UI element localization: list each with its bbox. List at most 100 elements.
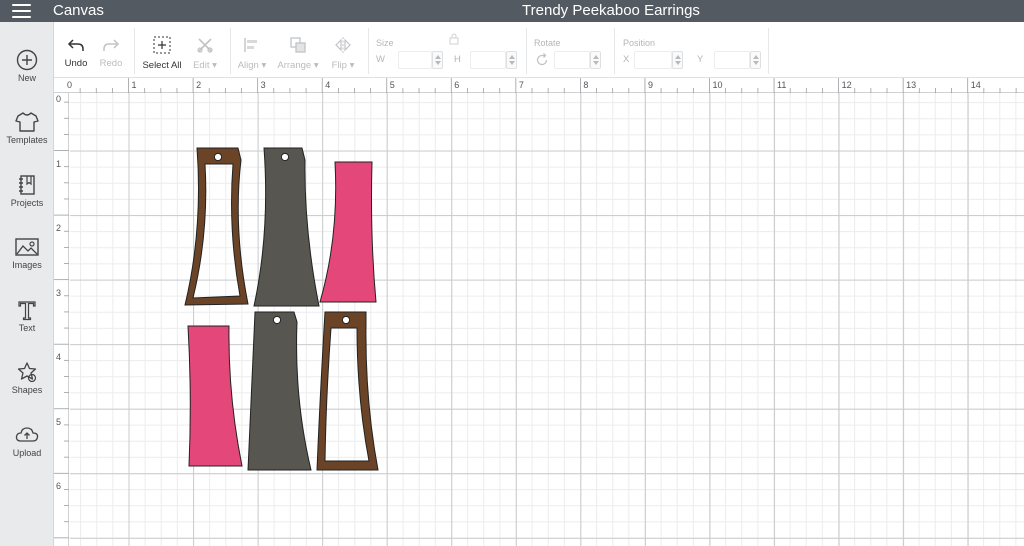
y-label: Y [697,54,704,65]
design-canvas[interactable] [70,93,1024,546]
notebook-icon [19,175,35,195]
select-all-icon [153,36,171,54]
top-ruler-label: 5 [389,80,395,90]
rotate-stepper[interactable] [590,51,601,69]
lock-icon[interactable] [449,33,459,45]
position-group-label: Position [623,38,656,48]
left-ruler-label: 6 [56,481,62,492]
image-icon [15,238,39,256]
left-ruler-label: 3 [56,287,62,298]
height-input[interactable] [470,51,506,69]
sidebar-item-upload[interactable]: Upload [0,421,54,483]
earring-pink-1[interactable] [319,161,377,303]
arrange-dropdown[interactable]: Arrange ▾ [274,22,322,78]
hamburger-menu-icon[interactable] [10,3,34,19]
shapes-icon [17,362,37,383]
arrange-label: Arrange ▾ [277,60,319,71]
rotate-input[interactable] [554,51,590,69]
left-ruler-label: 2 [56,223,62,234]
earring-hole [280,152,290,162]
position-y-stepper[interactable] [750,51,761,69]
top-ruler-label: 11 [777,80,787,90]
top-bar: Canvas Trendy Peekaboo Earrings [0,0,1024,22]
align-icon [244,38,257,52]
size-group-label: Size [376,38,394,48]
redo-button[interactable]: Redo [96,22,126,78]
earring-pink-2[interactable] [187,325,243,467]
edit-dropdown[interactable]: Edit ▾ [188,22,222,78]
earring-hole [272,315,282,325]
top-ruler-label: 0 [67,80,73,90]
earring-brown-frame-1[interactable] [184,147,249,306]
sidebar-item-label: Shapes [11,385,43,395]
edit-tools-icon [197,38,213,53]
position-x-stepper[interactable] [672,51,683,69]
redo-icon [103,39,120,51]
sidebar-item-images[interactable]: Images [0,233,54,295]
left-ruler-label: 4 [56,352,62,363]
undo-icon [67,39,84,51]
sidebar-item-label: Upload [12,448,42,458]
sidebar-item-label: Templates [6,135,48,145]
arrange-icon [290,37,306,53]
rotate-group-label: Rotate [534,38,561,48]
sidebar-item-new[interactable]: New [0,46,54,108]
width-label: W [376,54,385,65]
top-ruler-label: 1 [131,80,137,90]
position-y-input[interactable] [714,51,750,69]
left-ruler-label: 0 [56,94,62,104]
text-t-icon [18,301,36,321]
height-label: H [454,54,461,65]
sidebar-item-label: Text [18,323,36,333]
edit-toolbar: Undo Redo Select All Edit ▾ Align ▾ Arra… [54,22,1024,78]
top-ruler-label: 2 [196,80,202,90]
position-x-input[interactable] [634,51,672,69]
sidebar-item-shapes[interactable]: Shapes [0,358,54,420]
sidebar-item-projects[interactable]: Projects [0,171,54,233]
flip-icon [335,37,351,53]
top-ruler-label: 3 [260,80,266,90]
sidebar-item-label: Projects [10,198,44,208]
height-stepper[interactable] [506,51,517,69]
width-stepper[interactable] [432,51,443,69]
left-ruler-label: 5 [56,416,62,427]
tshirt-icon [15,112,39,132]
align-label: Align ▾ [237,60,267,71]
left-ruler-label: 1 [56,158,62,169]
top-ruler-label: 4 [325,80,331,90]
sidebar-item-text[interactable]: Text [0,296,54,358]
project-title[interactable]: Trendy Peekaboo Earrings [461,2,761,20]
x-label: X [623,54,630,65]
flip-label: Flip ▾ [331,60,355,71]
flip-dropdown[interactable]: Flip ▾ [328,22,358,78]
earring-hole [341,315,351,325]
left-sidebar: New Templates Projects Images Text Shape… [0,22,54,546]
undo-label: Undo [64,58,88,69]
earring-gray-1[interactable] [253,147,320,307]
top-ruler-label: 12 [841,80,852,90]
earring-gray-2[interactable] [247,311,312,471]
sidebar-item-templates[interactable]: Templates [0,108,54,170]
sidebar-item-label: New [17,73,36,83]
canvas-shapes [184,147,379,471]
plus-circle-icon [16,49,38,71]
earring-brown-frame-2[interactable] [316,311,379,471]
top-ruler-label: 10 [712,80,723,90]
rotate-icon[interactable] [535,53,549,67]
app-title: Canvas [53,2,104,19]
earring-hole [213,152,223,162]
top-ruler-label: 9 [647,80,653,90]
top-ruler-label: 6 [454,80,460,90]
width-input[interactable] [398,51,432,69]
sidebar-item-label: Images [12,260,42,270]
select-all-label: Select All [142,60,182,71]
top-ruler-label: 14 [970,80,981,90]
top-ruler-label: 13 [906,80,917,90]
align-dropdown[interactable]: Align ▾ [236,22,268,78]
cloud-upload-icon [15,427,39,442]
select-all-button[interactable]: Select All [140,22,184,78]
edit-label: Edit ▾ [193,60,217,71]
top-ruler-label: 7 [518,80,524,90]
top-ruler-label: 8 [583,80,589,90]
undo-button[interactable]: Undo [62,22,90,78]
